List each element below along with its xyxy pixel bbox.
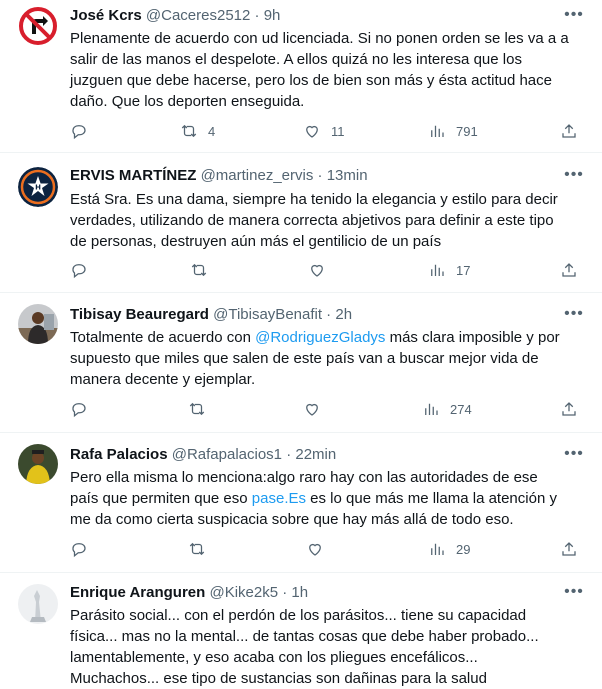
tweet-actions: 29 xyxy=(70,539,590,559)
tweet[interactable]: H ERVIS MARTÍNEZ @martinez_ervis · 13min… xyxy=(0,152,602,293)
tweet-text: Totalmente de acuerdo con @RodriguezGlad… xyxy=(70,327,570,390)
like-button[interactable] xyxy=(306,539,334,559)
views-button[interactable]: 274 xyxy=(422,399,472,419)
tweet-text: Pero ella misma lo menciona:algo raro ha… xyxy=(70,467,570,530)
author-handle[interactable]: @Rafapalacios1 xyxy=(172,446,282,463)
views-icon xyxy=(431,264,444,276)
like-button[interactable] xyxy=(303,399,331,419)
reply-button[interactable] xyxy=(70,539,98,559)
heart-icon xyxy=(309,543,321,556)
share-button[interactable] xyxy=(560,260,578,280)
share-icon xyxy=(562,402,576,416)
views-count: 274 xyxy=(450,401,472,417)
share-button[interactable] xyxy=(560,121,578,141)
avatar[interactable] xyxy=(18,304,58,344)
more-icon[interactable]: ••• xyxy=(562,305,586,325)
separator: · xyxy=(282,446,296,463)
like-button[interactable]: 11 xyxy=(303,121,345,141)
mention-link[interactable]: @RodriguezGladys xyxy=(255,329,385,346)
views-count: 791 xyxy=(456,123,478,139)
author-handle[interactable]: @TibisayBenafit xyxy=(213,306,322,323)
tweet-actions: 274 xyxy=(70,399,590,419)
like-count: 11 xyxy=(331,123,345,139)
author-name[interactable]: ERVIS MARTÍNEZ xyxy=(70,167,196,184)
avatar[interactable] xyxy=(18,444,58,484)
more-icon[interactable]: ••• xyxy=(562,166,586,186)
tweet-text: Está Sra. Es una dama, siempre ha tenido… xyxy=(70,191,558,250)
views-icon xyxy=(431,125,444,137)
timestamp[interactable]: 9h xyxy=(264,7,281,24)
tweet[interactable]: Tibisay Beauregard @TibisayBenafit · 2h … xyxy=(0,292,602,433)
author-handle[interactable]: @Kike2k5 xyxy=(209,584,278,601)
tweet-header: Rafa Palacios @Rafapalacios1 · 22min xyxy=(70,445,336,465)
views-icon xyxy=(425,403,438,415)
share-icon xyxy=(562,542,576,556)
reply-icon xyxy=(72,403,86,418)
separator: · xyxy=(313,167,327,184)
views-icon xyxy=(431,543,444,555)
tweet-header: Tibisay Beauregard @TibisayBenafit · 2h xyxy=(70,305,352,325)
retweet-count: 4 xyxy=(208,123,216,139)
retweet-icon xyxy=(189,402,205,416)
author-handle[interactable]: @Caceres2512 xyxy=(146,7,250,24)
tweet-header: Enrique Aranguren @Kike2k5 · 1h xyxy=(70,583,308,603)
separator: · xyxy=(250,7,264,24)
share-button[interactable] xyxy=(560,399,578,419)
tweet[interactable]: Rafa Palacios @Rafapalacios1 · 22min •••… xyxy=(0,432,602,573)
retweet-button[interactable] xyxy=(188,539,216,559)
avatar[interactable] xyxy=(18,584,58,624)
tweet-actions: 4 11 791 xyxy=(70,121,590,141)
like-button[interactable] xyxy=(308,260,336,280)
more-icon[interactable]: ••• xyxy=(562,6,586,26)
views-button[interactable]: 29 xyxy=(428,539,470,559)
tweet-text: Parásito social... con el perdón de los … xyxy=(70,607,539,687)
author-name[interactable]: José Kcrs xyxy=(70,7,142,24)
tweet-header: ERVIS MARTÍNEZ @martinez_ervis · 13min xyxy=(70,166,368,186)
heart-icon xyxy=(306,403,318,416)
tweet-header: José Kcrs @Caceres2512 · 9h xyxy=(70,6,280,26)
reply-button[interactable] xyxy=(70,399,98,419)
views-button[interactable]: 791 xyxy=(428,121,478,141)
reply-button[interactable] xyxy=(70,121,98,141)
retweet-icon xyxy=(189,542,205,556)
views-count: 29 xyxy=(456,541,471,557)
tweet-actions: 17 xyxy=(70,260,590,280)
svg-text:H: H xyxy=(35,184,41,192)
timestamp[interactable]: 2h xyxy=(335,306,352,323)
heart-icon xyxy=(306,125,318,138)
tweet[interactable]: Enrique Aranguren @Kike2k5 · 1h ••• Pará… xyxy=(0,572,602,687)
avatar[interactable]: H xyxy=(18,167,58,207)
retweet-button[interactable]: 4 xyxy=(180,121,215,141)
reply-button[interactable] xyxy=(70,260,98,280)
retweet-button[interactable] xyxy=(188,399,216,419)
author-name[interactable]: Tibisay Beauregard xyxy=(70,306,209,323)
timestamp[interactable]: 1h xyxy=(291,584,308,601)
avatar[interactable] xyxy=(18,6,58,46)
tweet-text: Plenamente de acuerdo con ud licenciada.… xyxy=(70,30,569,110)
reply-icon xyxy=(72,543,86,558)
share-button[interactable] xyxy=(560,539,578,559)
share-icon xyxy=(562,263,576,277)
separator: · xyxy=(322,306,336,323)
retweet-icon xyxy=(191,263,207,277)
views-count: 17 xyxy=(456,262,471,278)
author-name[interactable]: Enrique Aranguren xyxy=(70,584,205,601)
author-handle[interactable]: @martinez_ervis xyxy=(201,167,314,184)
timestamp[interactable]: 13min xyxy=(327,167,368,184)
retweet-icon xyxy=(181,124,197,138)
share-icon xyxy=(562,124,576,138)
text-segment: Totalmente de acuerdo con xyxy=(70,329,256,346)
retweet-button[interactable] xyxy=(190,260,218,280)
reply-icon xyxy=(72,264,86,279)
views-button[interactable]: 17 xyxy=(428,260,470,280)
more-icon[interactable]: ••• xyxy=(562,445,586,465)
timestamp[interactable]: 22min xyxy=(295,446,336,463)
inline-link[interactable]: pase.Es xyxy=(252,490,306,507)
separator: · xyxy=(278,584,292,601)
reply-icon xyxy=(72,125,86,140)
tweet[interactable]: José Kcrs @Caceres2512 · 9h ••• Plenamen… xyxy=(0,0,602,153)
heart-icon xyxy=(311,264,323,277)
author-name[interactable]: Rafa Palacios xyxy=(70,446,168,463)
more-icon[interactable]: ••• xyxy=(562,583,586,603)
